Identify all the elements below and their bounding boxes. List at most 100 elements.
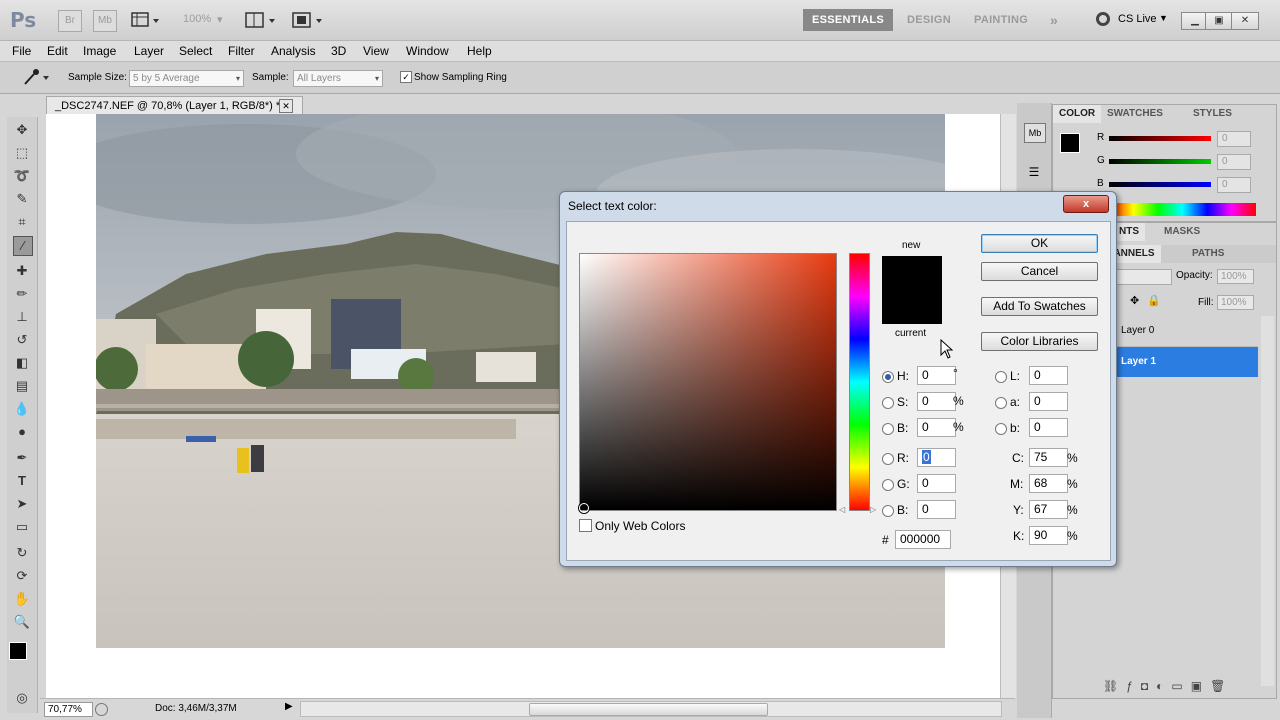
green-radio[interactable]	[882, 479, 894, 491]
red-input[interactable]: 0	[917, 448, 956, 467]
type-tool-icon[interactable]: T	[13, 472, 31, 490]
restore-button[interactable]: ▣	[1205, 12, 1233, 30]
path-selection-tool-icon[interactable]: ➤	[13, 495, 31, 513]
add-to-swatches-button[interactable]: Add To Swatches	[981, 297, 1098, 316]
gradient-tool-icon[interactable]: ▤	[13, 377, 31, 395]
hand-tool-icon[interactable]: ✋	[13, 590, 31, 608]
horizontal-scrollbar[interactable]	[300, 701, 1002, 717]
sample-select[interactable]: All Layers ▾	[293, 70, 383, 87]
mini-bridge-panel-icon[interactable]: Mb	[1024, 123, 1046, 143]
more-workspaces-button[interactable]: »	[1041, 9, 1067, 31]
new-group-icon[interactable]: ▭	[1171, 679, 1190, 693]
3d-orbit-tool-icon[interactable]: ⟳	[13, 567, 31, 585]
lab-a-radio[interactable]	[995, 397, 1007, 409]
adjustment-layer-icon[interactable]: ◐	[1156, 679, 1171, 693]
status-zoom[interactable]: 70,77%	[44, 702, 93, 717]
brightness-input[interactable]: 0	[917, 418, 956, 437]
workspace-design[interactable]: DESIGN	[898, 9, 960, 31]
brightness-radio[interactable]	[882, 423, 894, 435]
color-spectrum-bar[interactable]	[1109, 203, 1256, 216]
blend-mode-select[interactable]	[1113, 269, 1172, 285]
rectangle-tool-icon[interactable]: ▭	[13, 518, 31, 536]
link-layers-icon[interactable]: ⛓	[1103, 679, 1126, 693]
menu-help[interactable]: Help	[467, 41, 492, 61]
color-field-marker[interactable]	[579, 503, 589, 513]
healing-brush-tool-icon[interactable]: ✚	[13, 262, 31, 280]
yellow-input[interactable]: 67	[1029, 500, 1068, 519]
green-value[interactable]: 0	[1217, 154, 1251, 170]
zoom-tool-icon[interactable]: 🔍	[13, 613, 31, 631]
hue-input[interactable]: 0	[917, 366, 956, 385]
layers-scrollbar[interactable]	[1261, 316, 1274, 686]
color-field[interactable]	[579, 253, 837, 511]
cs-live-dropdown-icon[interactable]: ▼	[1159, 13, 1168, 23]
menu-file[interactable]: File	[12, 41, 31, 61]
tab-swatches[interactable]: SWATCHES	[1101, 105, 1169, 123]
saturation-input[interactable]: 0	[917, 392, 956, 411]
document-tab[interactable]: _DSC2747.NEF @ 70,8% (Layer 1, RGB/8*) *…	[46, 96, 303, 115]
arrange-documents-menu[interactable]	[244, 11, 278, 29]
lock-position-icon[interactable]: ✥	[1130, 294, 1139, 307]
minibridge-button[interactable]: Mb	[93, 10, 117, 32]
cancel-button[interactable]: Cancel	[981, 262, 1098, 281]
tab-color[interactable]: COLOR	[1053, 105, 1102, 123]
green-input[interactable]: 0	[917, 474, 956, 493]
hex-input[interactable]: 000000	[895, 530, 951, 549]
tab-masks[interactable]: MASKS	[1158, 223, 1206, 241]
history-panel-icon[interactable]: ☰	[1024, 165, 1044, 183]
pen-tool-icon[interactable]: ✒	[13, 449, 31, 467]
quick-mask-icon[interactable]: ◎	[13, 689, 31, 707]
horizontal-scroll-thumb[interactable]	[529, 703, 768, 716]
lasso-tool-icon[interactable]: ➰	[13, 167, 31, 185]
blue-input[interactable]: 0	[917, 500, 956, 519]
hue-slider-left-arrow-icon[interactable]: ◁	[839, 505, 845, 514]
close-document-icon[interactable]: ✕	[279, 99, 293, 113]
blue-value[interactable]: 0	[1217, 177, 1251, 193]
foreground-color-swatch[interactable]	[9, 642, 27, 660]
clone-stamp-tool-icon[interactable]: ⊥	[13, 308, 31, 326]
menu-filter[interactable]: Filter	[228, 41, 255, 61]
tab-adjustments[interactable]: NTS	[1113, 223, 1145, 241]
new-layer-icon[interactable]: ▣	[1191, 679, 1210, 693]
menu-layer[interactable]: Layer	[134, 41, 164, 61]
lab-b-input[interactable]: 0	[1029, 418, 1068, 437]
move-tool-icon[interactable]: ✥	[13, 121, 31, 139]
layer-style-icon[interactable]: ƒ	[1126, 679, 1141, 693]
menu-3d[interactable]: 3D	[331, 41, 346, 61]
menu-image[interactable]: Image	[83, 41, 116, 61]
tab-paths[interactable]: PATHS	[1186, 245, 1230, 263]
lock-all-icon[interactable]: 🔒	[1147, 294, 1161, 307]
marquee-tool-icon[interactable]: ⬚	[13, 144, 31, 162]
blue-radio[interactable]	[882, 505, 894, 517]
status-menu-arrow-icon[interactable]: ▶	[285, 701, 293, 712]
menu-window[interactable]: Window	[406, 41, 449, 61]
current-color-swatch[interactable]	[882, 290, 942, 324]
only-web-colors-checkbox[interactable]	[579, 519, 592, 532]
lab-b-radio[interactable]	[995, 423, 1007, 435]
lab-l-radio[interactable]	[995, 371, 1007, 383]
black-input[interactable]: 90	[1029, 526, 1068, 545]
dodge-tool-icon[interactable]: ●	[13, 423, 31, 441]
bridge-button[interactable]: Br	[58, 10, 82, 32]
3d-rotate-tool-icon[interactable]: ↻	[13, 544, 31, 562]
blue-slider[interactable]	[1109, 182, 1211, 187]
status-info-icon[interactable]	[95, 703, 108, 716]
hue-radio[interactable]	[882, 371, 894, 383]
zoom-dropdown-arrow-icon[interactable]: ▾	[217, 13, 223, 26]
eraser-tool-icon[interactable]: ◧	[13, 354, 31, 372]
cyan-input[interactable]: 75	[1029, 448, 1068, 467]
brush-tool-icon[interactable]: ✏	[13, 285, 31, 303]
add-mask-icon[interactable]: ◘	[1141, 679, 1156, 693]
close-app-button[interactable]: ✕	[1231, 12, 1259, 30]
lab-l-input[interactable]: 0	[1029, 366, 1068, 385]
fill-value[interactable]: 100%	[1217, 295, 1254, 310]
red-slider[interactable]	[1109, 136, 1211, 141]
red-radio[interactable]	[882, 453, 894, 465]
workspace-essentials[interactable]: ESSENTIALS	[803, 9, 894, 31]
ok-button[interactable]: OK	[981, 234, 1098, 253]
screen-mode-menu[interactable]	[291, 11, 325, 29]
lab-a-input[interactable]: 0	[1029, 392, 1068, 411]
menu-view[interactable]: View	[363, 41, 389, 61]
hue-slider-right-arrow-icon[interactable]: ▷	[870, 505, 876, 514]
menu-analysis[interactable]: Analysis	[271, 41, 316, 61]
